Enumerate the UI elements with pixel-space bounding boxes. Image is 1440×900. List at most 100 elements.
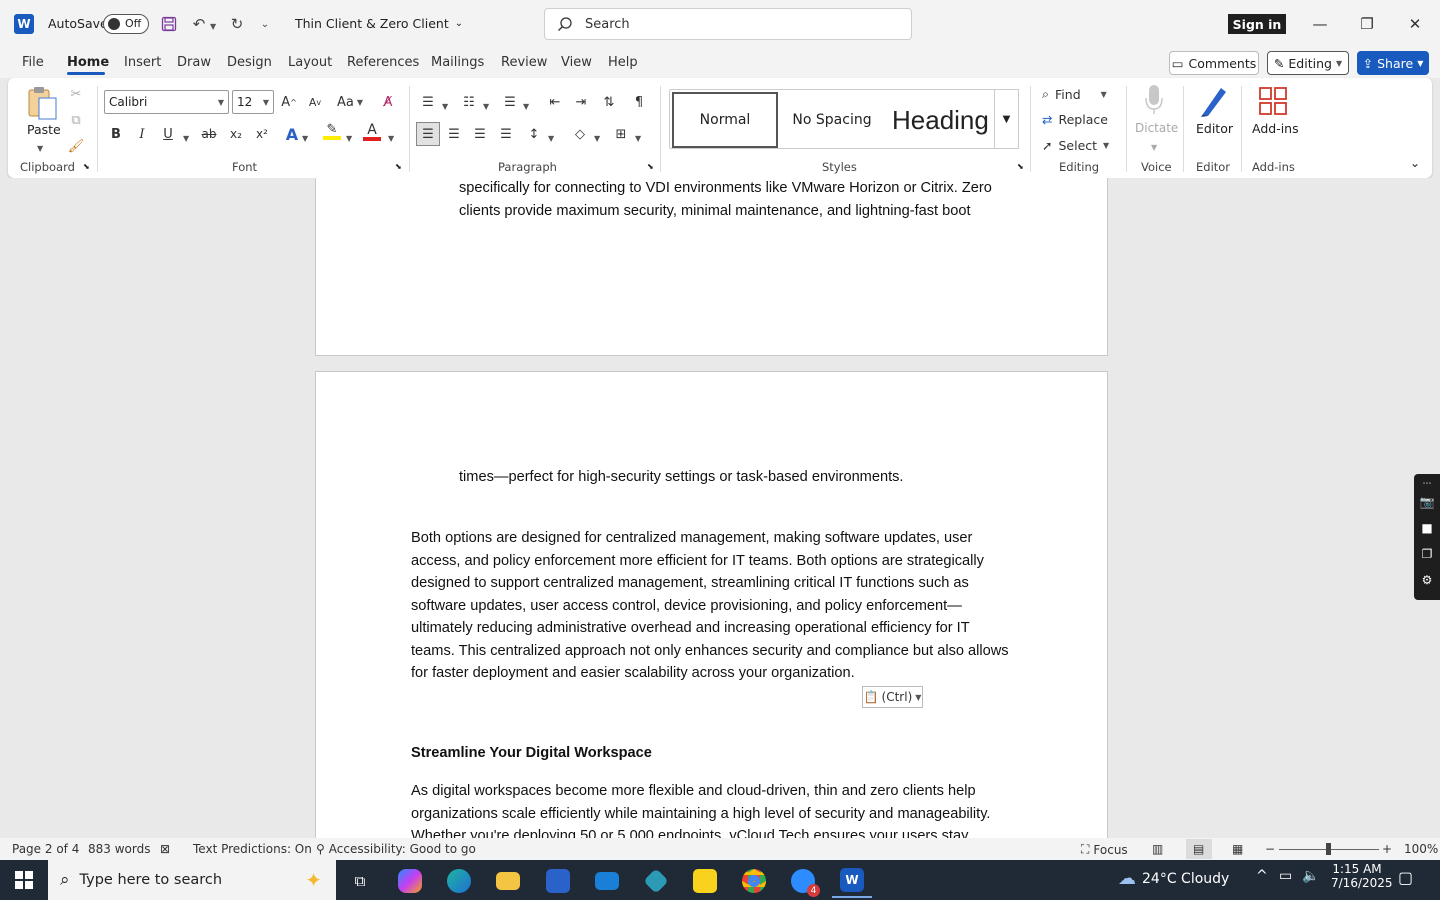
align-right-icon[interactable]: ☰ [468, 122, 492, 146]
focus-button[interactable]: ⛶ Focus [1081, 842, 1128, 857]
cut-icon[interactable]: ✂ [64, 82, 88, 106]
font-name-select[interactable]: Calibri ▼ [104, 90, 229, 114]
tab-file[interactable]: File [22, 55, 44, 70]
show-formatting-icon[interactable]: ¶ [627, 90, 651, 114]
find-button[interactable]: ⌕ Find ▼ [1042, 86, 1107, 102]
font-color-icon[interactable]: A [360, 120, 384, 144]
dictate-dropdown-icon[interactable]: ▼ [1151, 139, 1157, 153]
tab-view[interactable]: View [561, 55, 592, 70]
format-painter-icon[interactable]: 🖌 [64, 134, 88, 158]
paste-label[interactable]: Paste [27, 122, 61, 137]
paste-options-button[interactable]: 📋 (Ctrl) ▼ [862, 686, 923, 708]
clock[interactable]: 1:15 AM 7/16/2025 [1331, 862, 1393, 890]
notifications-icon[interactable]: ▢ [1398, 868, 1413, 887]
read-mode-icon[interactable]: ▥ [1152, 842, 1163, 856]
line-spacing-icon[interactable]: ↕ [522, 122, 546, 146]
zoom-out-icon[interactable]: − [1265, 842, 1275, 856]
style-normal[interactable]: Normal [672, 92, 778, 148]
font-size-select[interactable]: 12 ▼ [232, 90, 274, 114]
underline-dropdown-icon[interactable]: ▼ [183, 130, 189, 144]
edge-icon[interactable] [439, 864, 479, 898]
tab-design[interactable]: Design [227, 55, 272, 70]
tab-review[interactable]: Review [501, 55, 547, 70]
tab-references[interactable]: References [347, 55, 419, 70]
weather-widget[interactable]: ☁ 24°C Cloudy [1118, 868, 1229, 889]
undo-icon[interactable]: ↶ [186, 12, 212, 36]
comments-button[interactable]: ▭ Comments [1169, 51, 1259, 75]
shading-icon[interactable]: ◇ [568, 122, 592, 146]
dialog-launcher-icon[interactable]: ⬊ [83, 162, 90, 171]
dialog-launcher-icon[interactable]: ⬊ [395, 162, 402, 171]
share-button[interactable]: ⇪ Share ▼ [1357, 51, 1429, 75]
change-case-button[interactable]: Aa ▼ [333, 90, 367, 114]
chrome-icon[interactable] [734, 864, 774, 898]
add-ins-label[interactable]: Add-ins [1252, 121, 1299, 136]
gear-icon[interactable]: ⚙ [1419, 572, 1435, 588]
undo-dropdown-icon[interactable]: ▼ [210, 18, 216, 32]
tab-home[interactable]: Home [67, 55, 109, 70]
window-icon[interactable]: ❐ [1419, 546, 1435, 562]
save-icon[interactable] [156, 12, 182, 36]
restore-icon[interactable]: ❐ [1344, 10, 1390, 38]
multilevel-dropdown-icon[interactable]: ▼ [523, 98, 529, 112]
highlight-dropdown-icon[interactable]: ▼ [346, 130, 352, 144]
volume-icon[interactable]: 🔈 [1302, 868, 1319, 884]
zoom-level[interactable]: 100% [1404, 842, 1438, 856]
multilevel-list-icon[interactable]: ☰ [498, 90, 522, 114]
underline-button[interactable]: U [156, 122, 180, 146]
zoom-app-icon[interactable]: 4 [783, 864, 823, 898]
page-1[interactable]: specifically for connecting to VDI envir… [315, 178, 1108, 356]
style-heading-1[interactable]: Heading 1 [886, 92, 990, 148]
proofing-icon[interactable]: ⊠ [160, 842, 170, 856]
minimize-icon[interactable]: — [1297, 10, 1343, 38]
editor-icon[interactable] [1197, 84, 1229, 121]
windows-start-icon[interactable] [0, 860, 48, 900]
video-icon[interactable]: ■ [1419, 520, 1435, 536]
strikethrough-button[interactable]: ab [197, 122, 221, 146]
align-center-icon[interactable]: ☰ [442, 122, 466, 146]
close-icon[interactable]: ✕ [1392, 10, 1438, 38]
taskbar-search[interactable]: ⌕ Type here to search ✦ [48, 860, 336, 900]
borders-icon[interactable]: ⊞ [609, 122, 633, 146]
zoom-in-icon[interactable]: + [1382, 842, 1392, 856]
replace-button[interactable]: ⇄ Replace [1042, 112, 1108, 127]
print-layout-icon[interactable]: ▤ [1193, 842, 1204, 856]
page-2[interactable]: times—perfect for high-security settings… [315, 371, 1108, 838]
justify-icon[interactable]: ☰ [494, 122, 518, 146]
task-view-icon[interactable]: ⧉ [340, 864, 380, 898]
dictate-label[interactable]: Dictate [1135, 121, 1178, 135]
customize-qat-icon[interactable]: ⌄ [252, 12, 278, 36]
app-diamond-icon[interactable] [636, 864, 676, 898]
text-predictions-status[interactable]: Text Predictions: On [193, 842, 312, 856]
document-title[interactable]: Thin Client & Zero Client ⌄ [295, 16, 463, 31]
shrink-font-icon[interactable]: Av [303, 90, 327, 114]
tab-mailings[interactable]: Mailings [431, 55, 484, 70]
borders-dropdown-icon[interactable]: ▼ [635, 130, 641, 144]
sign-in-button[interactable]: Sign in [1228, 14, 1286, 34]
toolbar-menu-icon[interactable]: ⋯ [1419, 476, 1435, 492]
tab-insert[interactable]: Insert [124, 55, 161, 70]
web-layout-icon[interactable]: ▦ [1232, 842, 1243, 856]
tab-layout[interactable]: Layout [288, 55, 332, 70]
text-effects-icon[interactable]: A [280, 122, 304, 146]
store-icon[interactable] [538, 864, 578, 898]
increase-indent-icon[interactable]: ⇥ [569, 90, 593, 114]
dialog-launcher-icon[interactable]: ⬊ [647, 162, 654, 171]
sticky-notes-icon[interactable] [685, 864, 725, 898]
editor-label[interactable]: Editor [1196, 121, 1233, 136]
word-count[interactable]: 883 words [88, 842, 150, 856]
show-hidden-icons-icon[interactable]: ^ [1256, 868, 1268, 884]
highlight-icon[interactable]: ✎ [320, 120, 344, 144]
redo-icon[interactable]: ↻ [224, 12, 250, 36]
font-color-dropdown-icon[interactable]: ▼ [388, 130, 394, 144]
numbering-icon[interactable]: ☷ [457, 90, 481, 114]
numbering-dropdown-icon[interactable]: ▼ [483, 98, 489, 112]
align-left-icon[interactable]: ☰ [416, 122, 440, 146]
collapse-ribbon-icon[interactable]: ⌄ [1410, 156, 1420, 170]
word-taskbar-icon[interactable]: W [832, 864, 872, 898]
bullets-dropdown-icon[interactable]: ▼ [442, 98, 448, 112]
sort-icon[interactable]: ⇅ [597, 90, 621, 114]
editing-mode-button[interactable]: ✎ Editing ▼ [1267, 51, 1349, 75]
paste-icon[interactable] [26, 86, 58, 123]
file-explorer-icon[interactable] [488, 864, 528, 898]
